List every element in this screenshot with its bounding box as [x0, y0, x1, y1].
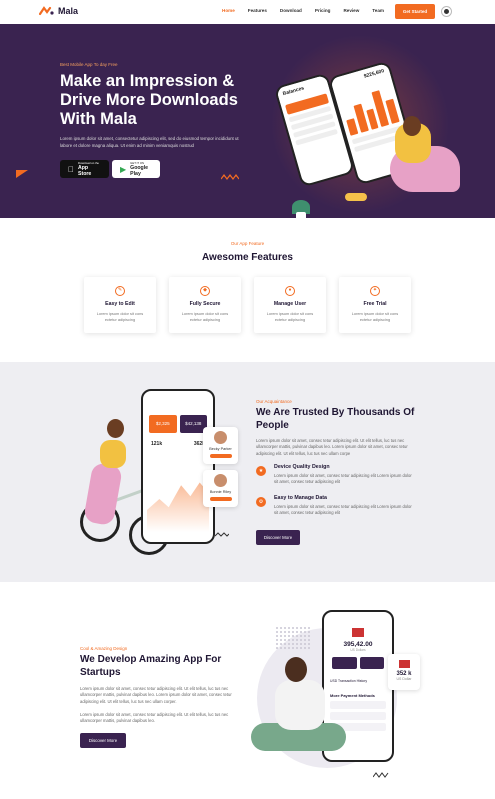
edit-icon: ✎	[115, 286, 125, 296]
feature-desc: Lorem ipsum dolor sit cons ectetur adipi…	[96, 311, 144, 322]
apple-icon: 	[68, 165, 74, 174]
phone-history: USD Transaction History	[330, 679, 368, 683]
nav-features[interactable]: Features	[248, 8, 267, 13]
user-icon: ●	[285, 286, 295, 296]
brand-name: Mala	[58, 6, 79, 16]
feature-card-trial[interactable]: ✦ Free Trial Lorem ipsum dolor sit cons …	[339, 277, 411, 333]
trusted-item-data: ⚙ Easy to Manage Data Lorem ipsum dolor …	[256, 495, 416, 517]
hero-title: Make an Impression & Drive More Download…	[60, 72, 238, 128]
rider-body	[100, 440, 126, 468]
nav-home[interactable]: Home	[222, 8, 235, 13]
develop-description-2: Lorem ipsum dolor sit amet, consec tetur…	[80, 712, 229, 724]
phone-payment-heading: More Payment Methods	[330, 693, 375, 698]
man-figure-head	[285, 657, 307, 682]
google-play-label: Google Play	[130, 165, 149, 177]
flag-icon	[352, 628, 364, 637]
feature-title: Fully Secure	[189, 301, 221, 307]
dot-pattern	[275, 626, 311, 650]
shield-icon: ◆	[200, 286, 210, 296]
feature-title: Free Trial	[363, 301, 387, 307]
woman-figure-shoe	[345, 193, 367, 201]
gift-icon: ✦	[370, 286, 380, 296]
woman-figure-head	[403, 116, 421, 136]
feature-desc: Lorem ipsum dolor sit cons ectetur adipi…	[181, 311, 229, 322]
nav-download[interactable]: Download	[280, 8, 302, 13]
feature-title: Easy to Edit	[105, 301, 135, 307]
feature-desc: Lorem ipsum dolor sit cons ectetur adipi…	[351, 311, 399, 322]
phone-amount: 395,42.00	[343, 641, 373, 648]
zigzag-decor	[373, 772, 389, 778]
trusted-item-title: Easy to Manage Data	[274, 495, 327, 501]
user-name: Bonnie Riley	[209, 490, 232, 494]
feature-title: Manage User	[273, 301, 307, 307]
feature-card-edit[interactable]: ✎ Easy to Edit Lorem ipsum dolor sit con…	[84, 277, 156, 333]
triangle-shape	[16, 170, 28, 178]
phone-cards: $2,325 $42,138	[149, 415, 207, 433]
usd-label: US Dollar	[396, 677, 412, 681]
get-started-button[interactable]: Get Started	[395, 4, 435, 19]
data-icon: ⚙	[256, 497, 266, 507]
logo-icon	[39, 6, 54, 16]
hero-description: Lorem ipsum dolor sit amet, consectetur …	[60, 136, 239, 148]
discover-more-button-2[interactable]: Discover More	[80, 733, 126, 748]
nav-team[interactable]: Team	[372, 8, 384, 13]
plant-pot	[296, 212, 306, 218]
nav-pricing[interactable]: Pricing	[315, 8, 331, 13]
flag-icon	[398, 660, 410, 668]
discover-more-button[interactable]: Discover More	[256, 530, 300, 545]
develop-description-1: Lorem ipsum dolor sit amet, consec tetur…	[80, 686, 232, 704]
rider-head	[107, 419, 124, 438]
design-icon: ★	[256, 466, 266, 476]
phone-area-chart	[147, 482, 209, 532]
stat-1: 121k	[151, 441, 163, 447]
google-play-button[interactable]: ▶ GET IT ON Google Play	[112, 160, 160, 178]
user-card-becky[interactable]: Becky Parker	[203, 427, 238, 464]
phone-currency: US Dollars	[350, 648, 366, 652]
trusted-item-design: ★ Device Quality Design Lorem ipsum dolo…	[256, 464, 416, 486]
develop-eyebrow: Cool & Amazing Design	[80, 646, 128, 651]
payment-item	[330, 712, 386, 720]
usd-card: 352 k US Dollar	[388, 654, 420, 690]
theme-toggle-icon[interactable]	[441, 6, 452, 17]
trusted-item-desc: Lorem ipsum dolor sit amet, consec tetur…	[274, 473, 412, 485]
features-eyebrow: Our App Feature	[230, 241, 265, 246]
user-action	[209, 454, 232, 458]
zigzag-decor	[215, 532, 229, 537]
hero-eyebrow: Best Mobile App To day Free	[60, 62, 118, 67]
features-title: Awesome Features	[202, 252, 293, 263]
trusted-section	[0, 362, 495, 582]
trusted-title: We Are Trusted By Thousands Of People	[256, 407, 415, 431]
phone-actions	[332, 657, 384, 669]
trusted-item-desc: Lorem ipsum dolor sit amet, consec tetur…	[274, 504, 412, 516]
user-name: Becky Parker	[209, 447, 232, 451]
user-card-bonnie[interactable]: Bonnie Riley	[203, 470, 238, 507]
phone-stats: 121k 362k	[151, 441, 205, 447]
zigzag-decor	[221, 174, 239, 180]
feature-card-user[interactable]: ● Manage User Lorem ipsum dolor sit cons…	[254, 277, 326, 333]
feature-desc: Lorem ipsum dolor sit cons ectetur adipi…	[266, 311, 314, 322]
trusted-eyebrow: Our Acquaintance	[256, 399, 292, 404]
user-action	[209, 497, 232, 501]
trusted-item-title: Device Quality Design	[274, 464, 330, 470]
develop-title: We Develop Amazing App For Startups	[80, 654, 222, 678]
brand-logo[interactable]: Mala	[39, 6, 78, 16]
nav-review[interactable]: Review	[343, 8, 359, 13]
app-store-button[interactable]:  Download on the App Store	[60, 160, 109, 178]
app-store-label: App Store	[72, 165, 97, 177]
trusted-description: Lorem ipsum dolor sit amet, consec tetur…	[256, 438, 408, 456]
avatar	[214, 474, 227, 487]
payment-item	[330, 701, 386, 709]
avatar	[214, 431, 227, 444]
phone-card-1: $2,325	[149, 415, 177, 433]
trusted-phone: $2,325 $42,138 121k 362k	[141, 389, 215, 544]
feature-card-secure[interactable]: ◆ Fully Secure Lorem ipsum dolor sit con…	[169, 277, 241, 333]
man-figure-body	[275, 680, 325, 730]
top-navbar: Mala Home Features Download Pricing Revi…	[0, 0, 495, 24]
play-icon: ▶	[120, 164, 127, 174]
main-menu: Home Features Download Pricing Review Te…	[222, 8, 420, 13]
